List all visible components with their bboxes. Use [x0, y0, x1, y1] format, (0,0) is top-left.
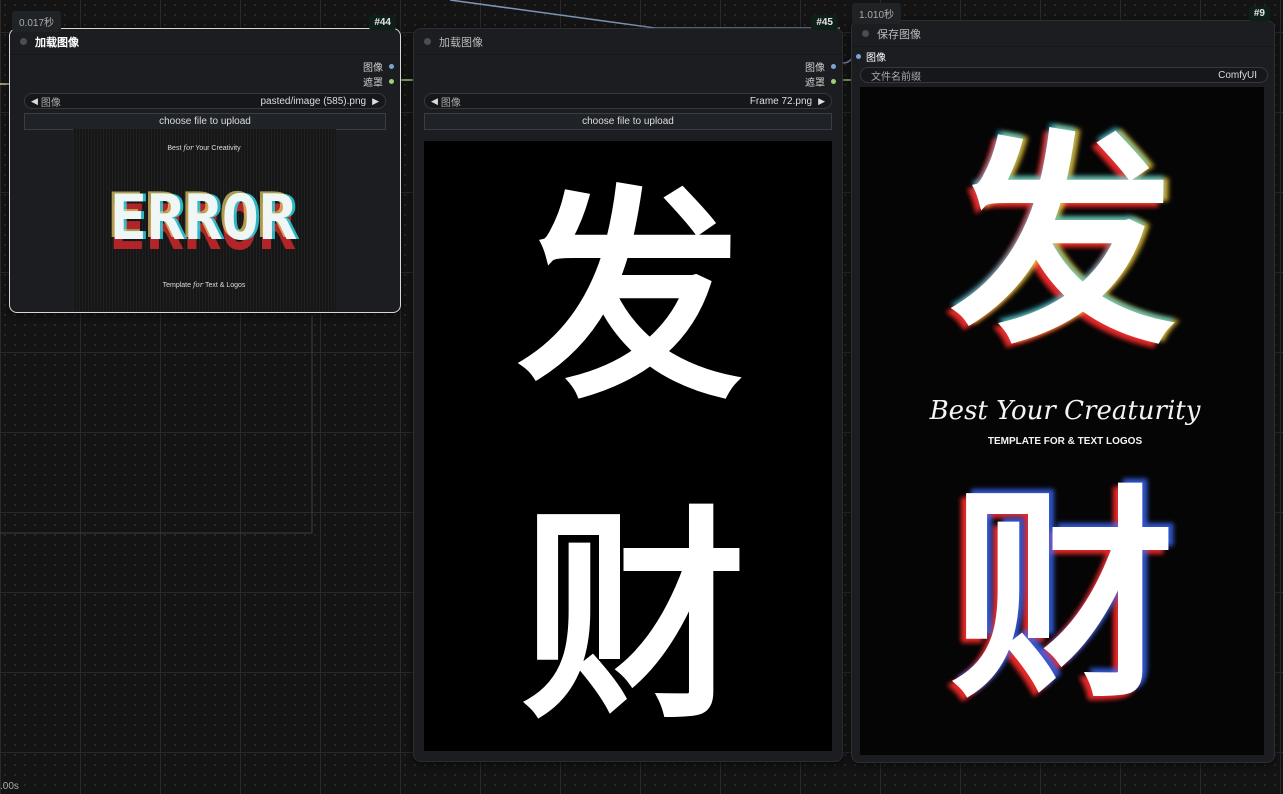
save-image-node-9[interactable]: 1.010秒 #9 保存图像 图像 文件名前缀 ComfyUI 发 发 发 发 …: [851, 3, 1275, 763]
char-cai: 财: [951, 467, 1176, 729]
corner-exec-time: .00s: [0, 781, 19, 792]
output-mask[interactable]: 遮罩: [414, 74, 842, 89]
output-image[interactable]: 图像: [10, 59, 400, 74]
preview-top-text: Best: [167, 145, 181, 152]
preview-top-script: for: [182, 144, 194, 152]
output-mask-socket[interactable]: [831, 79, 836, 84]
svg-text:Best for Y: Best for Your Creativity: [167, 144, 241, 152]
upload-button[interactable]: choose file to upload: [424, 113, 832, 130]
collapse-dot-icon[interactable]: [862, 30, 869, 37]
preview-bottom-script: for: [192, 281, 204, 289]
filename-prefix-field[interactable]: 文件名前缀 ComfyUI: [860, 67, 1268, 83]
load-image-node-45[interactable]: #45 加载图像 图像 遮罩 ◀ 图像 Frame 72.png ▶ choos…: [413, 15, 843, 762]
node-id-badge: #44: [369, 15, 396, 30]
output-mask-socket[interactable]: [389, 79, 394, 84]
node-title-bar[interactable]: 保存图像: [852, 21, 1274, 47]
node-title: 加载图像: [439, 36, 483, 49]
load-image-node-44[interactable]: 0.017秒 #44 加载图像 图像 遮罩 ◀ 图像 pasted/image …: [9, 11, 401, 313]
output-mask-label: 遮罩: [363, 78, 383, 89]
preview-bottom-tail: Text & Logos: [205, 282, 246, 289]
image-preview: 发 财: [424, 141, 832, 751]
filename-prefix-label: 文件名前缀: [871, 71, 921, 83]
combo-prev-icon[interactable]: ◀: [31, 96, 38, 107]
output-image-label: 图像: [363, 63, 383, 74]
output-preview: 发 发 发 发 财 财 财 Best Your Creaturity TEMPL…: [860, 87, 1264, 755]
image-combo[interactable]: ◀ 图像 Frame 72.png ▶: [424, 93, 832, 109]
image-combo[interactable]: ◀ 图像 pasted/image (585).png ▶: [24, 93, 386, 109]
filename-prefix-value: ComfyUI: [1218, 69, 1257, 81]
combo-next-icon[interactable]: ▶: [818, 96, 825, 107]
node-title-bar[interactable]: 加载图像: [414, 29, 842, 55]
node-id-badge: #45: [811, 15, 838, 30]
combo-label: 图像: [440, 97, 461, 109]
combo-next-icon[interactable]: ▶: [372, 96, 379, 107]
collapse-dot-icon[interactable]: [20, 38, 27, 45]
node-title-bar[interactable]: 加载图像: [10, 29, 400, 55]
combo-value: Frame 72.png: [749, 95, 813, 107]
output-mask-label: 遮罩: [805, 78, 825, 89]
script-caption: Best Your Creaturity: [929, 396, 1201, 426]
template-caption: TEMPLATE FOR & TEXT LOGOS: [988, 436, 1143, 447]
node-exec-time: 1.010秒: [852, 3, 902, 24]
node-title: 保存图像: [877, 28, 921, 41]
input-image-label: 图像: [866, 53, 886, 64]
svg-text:Template for: Template for Text & Logos: [163, 281, 246, 289]
output-image[interactable]: 图像: [414, 59, 842, 74]
preview-top-tail: Your Creativity: [195, 145, 241, 152]
output-image-socket[interactable]: [831, 64, 836, 69]
node-exec-time: 0.017秒: [12, 11, 62, 32]
collapse-dot-icon[interactable]: [424, 38, 431, 45]
combo-prev-icon[interactable]: ◀: [431, 96, 438, 107]
char-fa: 发: [951, 113, 1176, 375]
output-image-label: 图像: [805, 63, 825, 74]
input-image[interactable]: 图像: [852, 49, 1274, 64]
upload-button[interactable]: choose file to upload: [24, 113, 386, 130]
node-id-badge: #9: [1248, 6, 1270, 21]
output-mask[interactable]: 遮罩: [10, 74, 400, 89]
combo-value: pasted/image (585).png: [260, 95, 367, 107]
output-image-socket[interactable]: [389, 64, 394, 69]
char-cai: 财: [522, 488, 747, 750]
char-fa: 发: [518, 168, 743, 430]
error-main-text: ERROR: [110, 181, 297, 254]
input-image-socket[interactable]: [856, 54, 861, 59]
preview-bottom-text: Template: [163, 282, 192, 289]
image-preview: Best for Your Creativity ERROR ERROR ERR…: [73, 129, 336, 311]
node-title: 加载图像: [35, 36, 79, 49]
combo-label: 图像: [40, 97, 61, 109]
